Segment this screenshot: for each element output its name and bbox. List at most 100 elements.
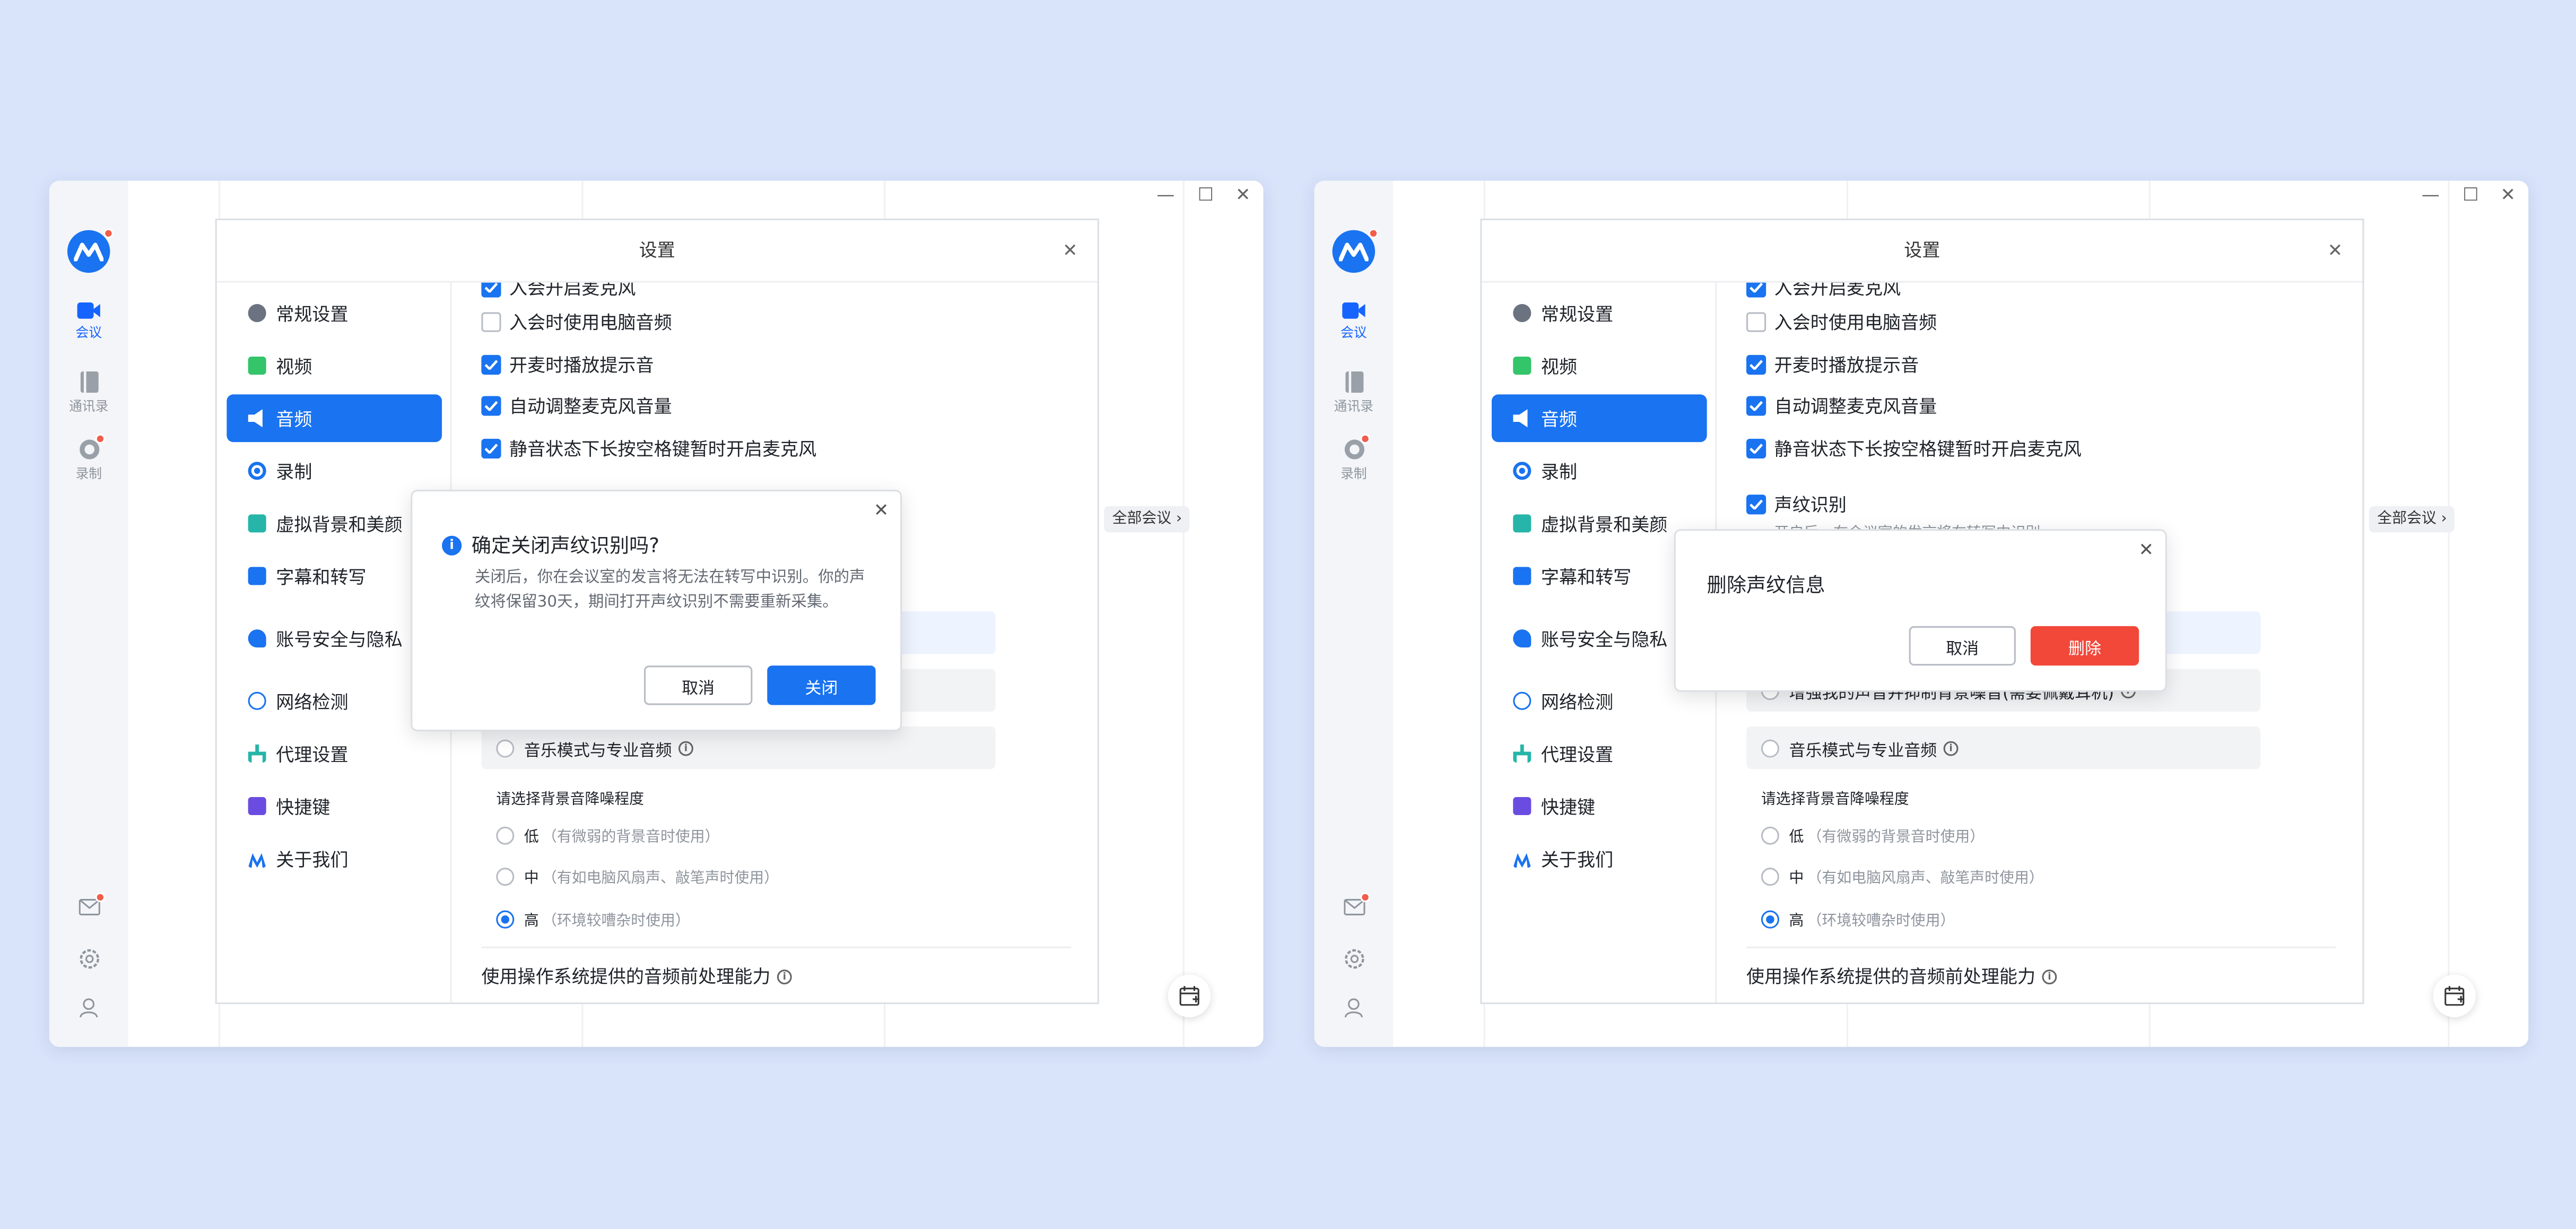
rail-record[interactable]: 录制 [49, 434, 128, 483]
close-window-button[interactable]: ✕ [2500, 186, 2516, 204]
rail-profile[interactable] [1315, 998, 1394, 1019]
noise-high-label: 高 [1789, 913, 1804, 930]
schedule-meeting-button[interactable] [2433, 974, 2476, 1017]
caption-icon [248, 567, 266, 585]
schedule-meeting-button[interactable] [1168, 974, 1211, 1017]
nav-video[interactable]: 视频 [227, 342, 442, 390]
logo-icon [248, 853, 266, 868]
nav-account[interactable]: 账号安全与隐私 [227, 614, 442, 662]
settings-close-button[interactable]: ✕ [1063, 240, 1078, 261]
nav-about[interactable]: 关于我们 [1492, 835, 1707, 882]
option-music-mode[interactable]: 音乐模式与专业音频 i [481, 726, 996, 769]
nav-audio[interactable]: 音频 [1491, 394, 1707, 443]
checkbox-space-unmute[interactable]: 静音状态下长按空格键暂时开启麦克风 [1746, 436, 2082, 462]
checkbox-mic-on-join[interactable]: 入会开启麦克风 [1746, 282, 1901, 301]
speaker-icon [248, 409, 263, 428]
rail-meeting[interactable]: 会议 [1315, 302, 1394, 342]
checkbox-auto-gain[interactable]: 自动调整麦克风音量 [1746, 393, 1937, 419]
app-logo[interactable] [1332, 228, 1379, 273]
nav-shortcuts[interactable]: 快捷键 [1492, 782, 1707, 830]
radio-noise-low[interactable]: 低（有微弱的背景音时使用） [496, 825, 720, 846]
nav-proxy[interactable]: 代理设置 [1492, 730, 1707, 777]
nav-captions[interactable]: 字幕和转写 [227, 552, 442, 600]
info-icon[interactable]: i [777, 968, 792, 984]
rail-mail[interactable] [1315, 892, 1394, 915]
checkbox-pc-audio[interactable]: 入会时使用电脑音频 [481, 309, 672, 335]
rail-mail[interactable] [49, 892, 128, 915]
keyboard-icon [248, 797, 266, 816]
popup-confirm-close-button[interactable]: 关闭 [767, 665, 876, 705]
minimize-button[interactable]: — [2422, 186, 2440, 204]
popup-title-row: i 确定关闭声纹识别吗? [442, 531, 659, 559]
all-meetings-link[interactable]: 全部会议 › [1104, 506, 1190, 533]
popup-confirm-delete-button[interactable]: 删除 [2030, 626, 2139, 666]
info-icon[interactable]: i [678, 740, 693, 756]
nav-network[interactable]: 网络检测 [227, 677, 442, 725]
mail-badge-dot [95, 892, 106, 903]
rail-settings[interactable] [1315, 948, 1394, 970]
nav-audio[interactable]: 音频 [227, 394, 442, 443]
app-window-left: 会议 通讯录 录制 — ☐ ✕ 全部会议 › 设置 ✕ 常规设置 视频 音频 录… [49, 180, 1264, 1047]
radio-unselected-icon [1761, 868, 1779, 886]
nav-shortcuts[interactable]: 快捷键 [227, 782, 442, 830]
confirm-delete-voiceprint-popup: ✕ 删除声纹信息 取消 删除 [1674, 529, 2167, 692]
maximize-button[interactable]: ☐ [2462, 186, 2479, 204]
record-badge-dot [1360, 434, 1370, 444]
radio-noise-low[interactable]: 低（有微弱的背景音时使用） [1761, 825, 1985, 846]
nav-record[interactable]: 录制 [1492, 447, 1707, 495]
rail-profile[interactable] [49, 998, 128, 1019]
settings-close-button[interactable]: ✕ [2328, 240, 2343, 261]
checkbox-checked-icon [1746, 438, 1766, 459]
nav-general[interactable]: 常规设置 [1492, 289, 1707, 337]
maximize-button[interactable]: ☐ [1198, 186, 1214, 204]
nav-audio-label: 音频 [1541, 408, 1578, 430]
rail-meeting[interactable]: 会议 [49, 302, 128, 342]
record-badge-dot [95, 434, 106, 444]
popup-close-button[interactable]: ✕ [2138, 539, 2154, 560]
portrait-icon [248, 514, 266, 533]
radio-selected-icon [1761, 910, 1779, 929]
checkbox-tone[interactable]: 开麦时播放提示音 [1746, 352, 1919, 378]
checkbox-auto-gain[interactable]: 自动调整麦克风音量 [481, 393, 672, 419]
radio-noise-high[interactable]: 高（环境较嘈杂时使用） [496, 909, 690, 930]
nav-general-label: 常规设置 [1541, 303, 1614, 325]
app-logo[interactable] [67, 228, 114, 273]
info-icon[interactable]: i [2042, 968, 2057, 984]
option-music-mode[interactable]: 音乐模式与专业音频 i [1746, 726, 2261, 769]
minimize-button[interactable]: — [1156, 186, 1174, 204]
info-icon[interactable]: i [1943, 740, 1959, 756]
side-rail: 会议 通讯录 录制 [49, 180, 128, 1047]
calendar-add-icon [1179, 986, 1199, 1006]
noise-high-note: （环境较嘈杂时使用） [542, 913, 690, 930]
nav-video[interactable]: 视频 [1492, 342, 1707, 390]
rail-meeting-label: 会议 [1341, 325, 1367, 341]
rail-record[interactable]: 录制 [1315, 434, 1394, 483]
rail-settings[interactable] [49, 948, 128, 970]
noise-mid-note: （有如电脑风扇声、敲笔声时使用） [542, 871, 779, 888]
checkbox-space-unmute[interactable]: 静音状态下长按空格键暂时开启麦克风 [481, 436, 816, 462]
radio-noise-mid[interactable]: 中（有如电脑风扇声、敲笔声时使用） [496, 866, 779, 887]
rail-contacts[interactable]: 通讯录 [1315, 371, 1394, 416]
checkbox-voiceprint[interactable]: 声纹识别 [1746, 491, 1847, 518]
nav-virtual-bg[interactable]: 虚拟背景和美颜 [227, 499, 442, 547]
checkbox-mic-on-join[interactable]: 入会开启麦克风 [481, 282, 636, 301]
radio-noise-mid[interactable]: 中（有如电脑风扇声、敲笔声时使用） [1761, 866, 2044, 887]
nav-shortcuts-label: 快捷键 [1541, 796, 1596, 818]
os-audio-processing-row: 使用操作系统提供的音频前处理能力 i [1746, 963, 2057, 990]
video-icon [248, 357, 266, 375]
rail-contacts[interactable]: 通讯录 [49, 371, 128, 416]
side-rail: 会议 通讯录 录制 [1314, 180, 1394, 1047]
nav-about[interactable]: 关于我们 [227, 835, 442, 882]
nav-proxy[interactable]: 代理设置 [227, 730, 442, 777]
all-meetings-link[interactable]: 全部会议 › [2369, 506, 2456, 533]
checkbox-tone[interactable]: 开麦时播放提示音 [481, 352, 654, 378]
nav-general[interactable]: 常规设置 [227, 289, 442, 337]
close-window-button[interactable]: ✕ [1235, 186, 1251, 204]
popup-close-button[interactable]: ✕ [874, 499, 889, 521]
checkbox-voiceprint-label: 声纹识别 [1774, 495, 1847, 516]
nav-record[interactable]: 录制 [227, 447, 442, 495]
checkbox-pc-audio[interactable]: 入会时使用电脑音频 [1746, 309, 1937, 335]
popup-cancel-button[interactable]: 取消 [1909, 626, 2016, 666]
popup-cancel-button[interactable]: 取消 [643, 665, 753, 705]
radio-noise-high[interactable]: 高（环境较嘈杂时使用） [1761, 909, 1955, 930]
